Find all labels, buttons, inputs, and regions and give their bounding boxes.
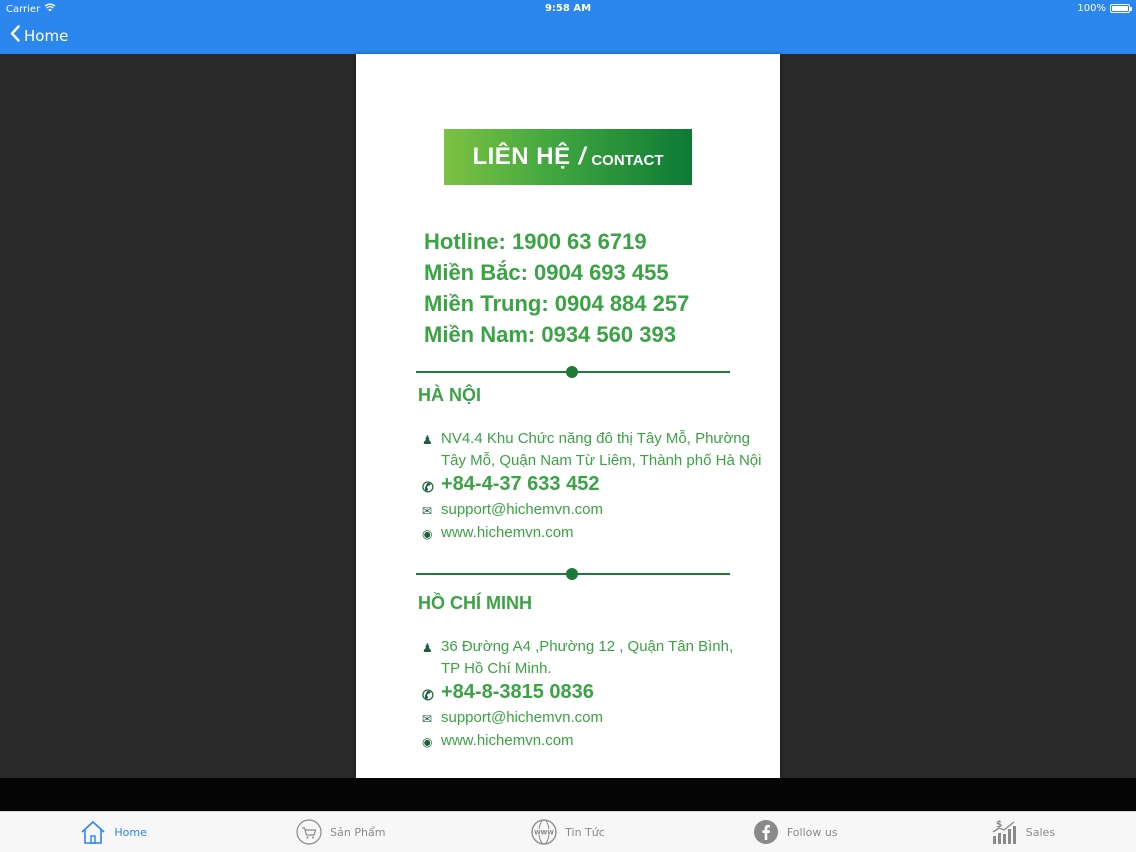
tab-home-label: Home [114, 825, 147, 839]
tab-news-label: Tin Tức [565, 825, 605, 839]
phone-central-item: Miền Trung: 0904 884 257 [424, 291, 690, 316]
tab-follow-us[interactable]: Follow us [682, 812, 909, 852]
hcm-address: ♟ 36 Đường A4 ,Phường 12 , Quận Tân Bình… [422, 636, 733, 680]
tab-sales-label: Sales [1025, 825, 1056, 839]
back-button[interactable]: Home [10, 25, 68, 46]
hanoi-phone-number: +84-4-37 633 452 [441, 473, 600, 495]
top-bar: Carrier 9:58 AM 100% Home [0, 0, 1136, 54]
hanoi-phone[interactable]: ✆ +84-4-37 633 452 [422, 472, 761, 499]
hcm-website[interactable]: ◉ www.hichemvn.com [422, 730, 733, 753]
hcm-phone[interactable]: ✆ +84-8-3815 0836 [422, 680, 733, 707]
hanoi-title: HÀ NỘI [418, 385, 481, 405]
hanoi-info: ♟ NV4.4 Khu Chức năng đô thị Tây Mỗ, Phư… [422, 428, 761, 545]
back-label: Home [24, 26, 69, 45]
tab-products[interactable]: Sản Phẩm [227, 812, 454, 852]
tab-sales[interactable]: $ Sales [909, 812, 1136, 852]
facebook-icon [753, 819, 779, 845]
hcm-email-text: support@hichemvn.com [441, 709, 603, 726]
status-time: 9:58 AM [544, 3, 592, 14]
mail-icon: ✉ [422, 712, 433, 726]
person-icon: ♟ [422, 433, 433, 447]
hanoi-address-line-1: NV4.4 Khu Chức năng đô thị Tây Mỗ, Phườn… [441, 430, 750, 447]
battery-percent: 100% [1077, 3, 1106, 14]
phone-north-item: Miền Bắc: 0904 693 455 [424, 260, 669, 285]
contact-banner: LIÊN HỆ / CONTACT [444, 129, 692, 185]
tab-products-label: Sản Phẩm [330, 825, 386, 839]
cart-icon [296, 819, 322, 845]
banner-main-text: LIÊN HỆ [472, 143, 571, 170]
hotline-list: Hotline: 1900 63 6719 Miền Bắc: 0904 693… [424, 226, 689, 350]
hanoi-website-text: www.hichemvn.com [441, 524, 574, 541]
hanoi-website[interactable]: ◉ www.hichemvn.com [422, 522, 761, 545]
person-icon: ♟ [422, 641, 433, 655]
globe-icon: ◉ [422, 527, 433, 541]
phone-icon: ✆ [422, 687, 434, 703]
hanoi-address: ♟ NV4.4 Khu Chức năng đô thị Tây Mỗ, Phư… [422, 428, 761, 472]
divider-hanoi [416, 366, 730, 378]
svg-text:$: $ [996, 820, 1002, 830]
svg-text:WWW: WWW [534, 829, 554, 836]
hcm-info: ♟ 36 Đường A4 ,Phường 12 , Quận Tân Bình… [422, 636, 733, 753]
banner-sub-text: CONTACT [591, 151, 664, 169]
tab-follow-us-label: Follow us [786, 825, 838, 839]
chevron-left-icon [10, 25, 20, 46]
status-bar: Carrier 9:58 AM 100% [0, 0, 1136, 18]
battery-info: 100% [1077, 3, 1132, 14]
sales-chart-icon: $ [990, 818, 1018, 846]
divider-hcm [416, 568, 730, 580]
phone-icon: ✆ [422, 479, 434, 495]
hotline-item: Hotline: 1900 63 6719 [424, 229, 647, 254]
globe-icon: ◉ [422, 735, 433, 749]
home-icon [80, 819, 106, 845]
globe-www-icon: WWW [531, 819, 557, 845]
hanoi-email-text: support@hichemvn.com [441, 501, 603, 518]
divider-dot [566, 366, 578, 378]
hcm-address-line-1: 36 Đường A4 ,Phường 12 , Quận Tân Bình, [441, 638, 734, 655]
bottom-dim-overlay [0, 778, 1136, 811]
banner-separator: / [578, 143, 586, 170]
tab-home[interactable]: Home [0, 812, 227, 852]
hcm-phone-number: +84-8-3815 0836 [441, 681, 594, 703]
tab-bar: Home Sản Phẩm WWW Tin Tức Follow us $ Sa… [0, 811, 1136, 852]
hcm-website-text: www.hichemvn.com [441, 732, 574, 749]
hcm-email[interactable]: ✉ support@hichemvn.com [422, 707, 733, 730]
hcm-address-line-2: TP Hồ Chí Minh. [441, 660, 552, 677]
hcm-title: HỒ CHÍ MINH [418, 593, 532, 613]
divider-dot [566, 568, 578, 580]
tab-news[interactable]: WWW Tin Tức [454, 812, 681, 852]
battery-icon [1110, 4, 1132, 13]
contact-card: LIÊN HỆ / CONTACT Hotline: 1900 63 6719 … [356, 54, 780, 778]
hanoi-address-line-2: Tây Mỗ, Quận Nam Từ Liêm, Thành phố Hà N… [441, 452, 762, 469]
mail-icon: ✉ [422, 504, 433, 518]
hanoi-email[interactable]: ✉ support@hichemvn.com [422, 499, 761, 522]
phone-south-item: Miền Nam: 0934 560 393 [424, 322, 676, 347]
